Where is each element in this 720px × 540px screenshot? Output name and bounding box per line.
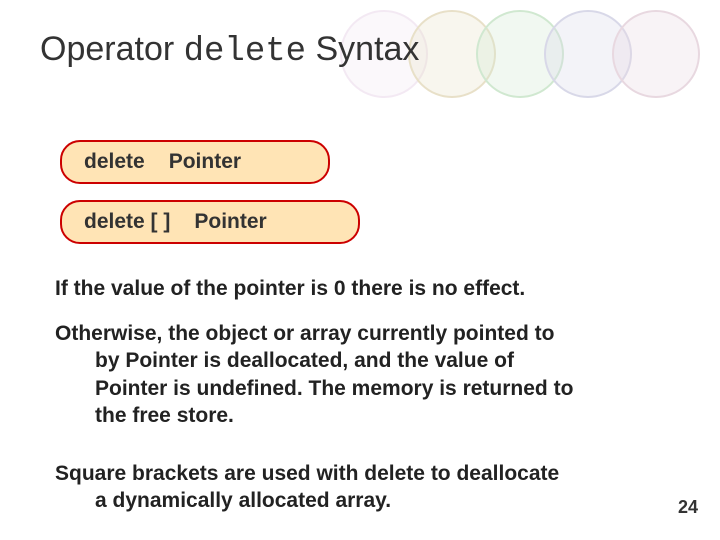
syntax-operand: Pointer (194, 210, 266, 233)
syntax-box-single: delete Pointer (60, 140, 330, 184)
p3-line: a dynamically allocated array. (55, 487, 675, 514)
title-part1: Operator (40, 30, 184, 68)
syntax-keyword: delete [ ] (84, 210, 170, 233)
title-mono: delete (184, 33, 306, 71)
circle-decoration (612, 10, 700, 98)
slide-title: Operator delete Syntax (40, 30, 419, 71)
p2-line: Pointer is undefined. The memory is retu… (55, 375, 675, 402)
title-part2: Syntax (306, 30, 419, 68)
p2-line: by Pointer is deallocated, and the value… (55, 347, 675, 374)
p3-line: Square brackets are used with delete to … (55, 462, 559, 485)
paragraph-3: Square brackets are used with delete to … (55, 460, 675, 515)
page-number: 24 (678, 497, 698, 518)
p2-line: the free store. (55, 402, 675, 429)
syntax-keyword: delete (84, 150, 145, 173)
syntax-operand: Pointer (169, 150, 241, 173)
paragraph-1: If the value of the pointer is 0 there i… (55, 275, 675, 302)
p2-line: Otherwise, the object or array currently… (55, 322, 554, 345)
paragraph-2: Otherwise, the object or array currently… (55, 320, 675, 429)
syntax-box-array: delete [ ] Pointer (60, 200, 360, 244)
